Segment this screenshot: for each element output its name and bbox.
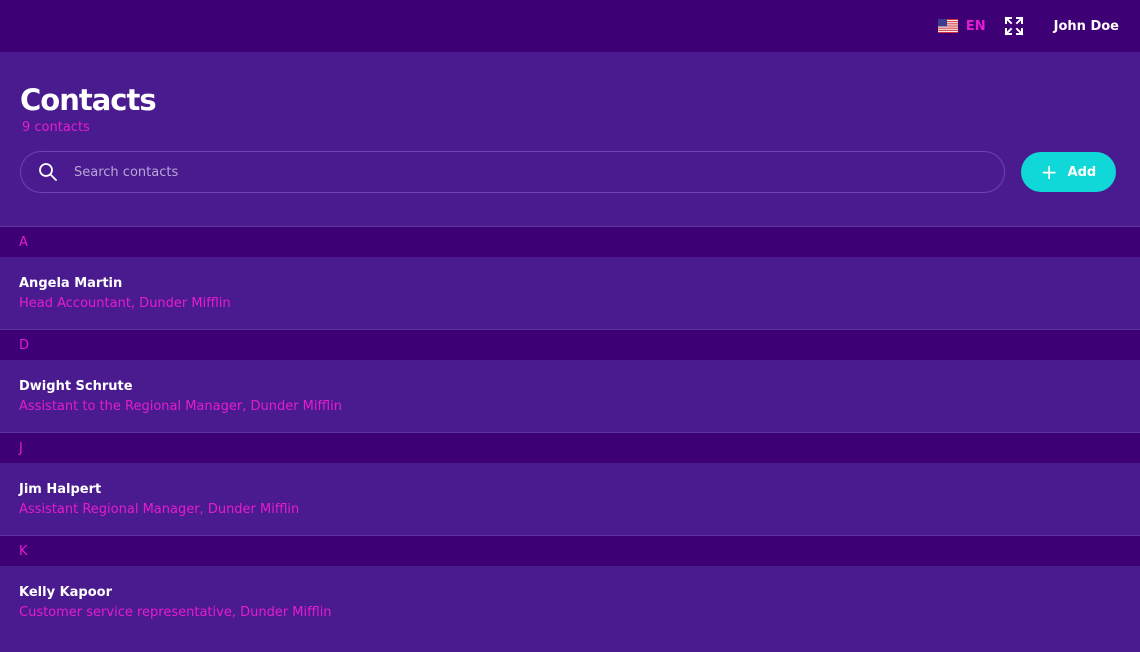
contact-role: Head Accountant, Dunder Mifflin [19, 296, 231, 311]
top-bar: EN John Doe [0, 0, 1140, 52]
contact-name: Jim Halpert [19, 482, 102, 497]
contact-item[interactable]: Kelly Kapoor Customer service representa… [0, 566, 1140, 639]
user-menu[interactable]: John Doe [1054, 19, 1119, 34]
contact-item[interactable]: Dwight Schrute Assistant to the Regional… [0, 360, 1140, 433]
search-icon [38, 162, 58, 182]
language-selector[interactable]: EN [937, 18, 986, 34]
contact-item[interactable]: Jim Halpert Assistant Regional Manager, … [0, 463, 1140, 536]
contact-name: Angela Martin [19, 276, 123, 291]
search-input[interactable] [74, 156, 954, 188]
contacts-count: 9 contacts [22, 120, 90, 135]
plus-icon: + [1040, 160, 1058, 184]
page-title: Contacts [20, 83, 157, 117]
search-row: + Add [20, 151, 1120, 193]
us-flag-icon [937, 19, 958, 33]
contact-role: Customer service representative, Dunder … [19, 605, 332, 620]
contact-role: Assistant Regional Manager, Dunder Miffl… [19, 502, 300, 517]
group-header-k: K [0, 536, 1140, 566]
contact-name: Dwight Schrute [19, 379, 133, 394]
group-header-d: D [0, 330, 1140, 360]
fullscreen-icon [1004, 16, 1024, 36]
group-header-j: J [0, 433, 1140, 463]
contact-name: Kelly Kapoor [19, 585, 112, 600]
fullscreen-button[interactable] [1004, 16, 1024, 36]
contact-role: Assistant to the Regional Manager, Dunde… [19, 399, 342, 414]
add-contact-button[interactable]: + Add [1021, 152, 1116, 192]
language-code: EN [965, 18, 986, 34]
group-header-a: A [0, 227, 1140, 257]
contacts-header: Contacts 9 contacts + Add [0, 52, 1140, 227]
search-box[interactable] [20, 151, 1005, 193]
contact-item[interactable]: Angela Martin Head Accountant, Dunder Mi… [0, 257, 1140, 330]
add-button-label: Add [1067, 164, 1097, 180]
contact-list: A Angela Martin Head Accountant, Dunder … [0, 227, 1140, 639]
